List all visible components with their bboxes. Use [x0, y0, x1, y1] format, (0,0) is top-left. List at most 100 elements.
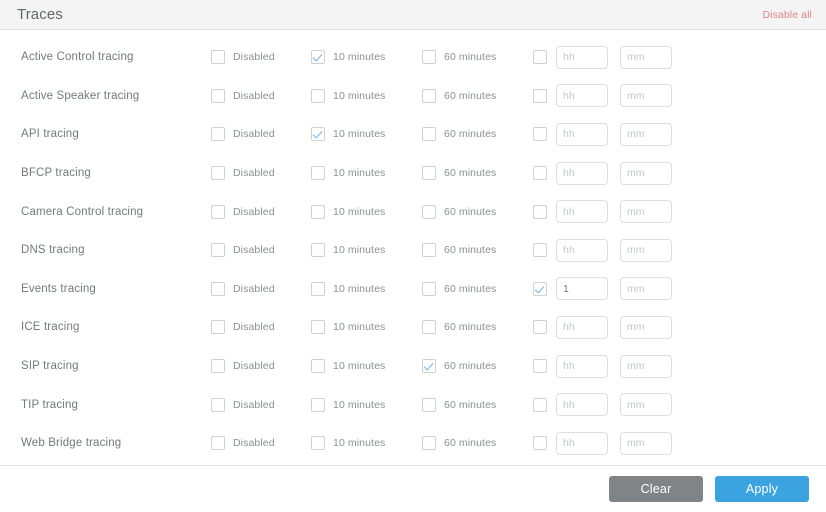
- checkbox-sixty-minutes-checked-icon[interactable]: [422, 359, 436, 374]
- checkbox-sixty-minutes[interactable]: [422, 127, 436, 142]
- option-disabled[interactable]: Disabled: [211, 50, 275, 65]
- option-custom-duration[interactable]: [533, 50, 547, 65]
- option-disabled[interactable]: Disabled: [211, 243, 275, 258]
- option-disabled[interactable]: Disabled: [211, 88, 275, 103]
- checkbox-sixty-minutes[interactable]: [422, 243, 436, 258]
- option-sixty-minutes[interactable]: 60 minutes: [422, 359, 496, 374]
- option-ten-minutes[interactable]: 10 minutes: [311, 397, 385, 412]
- option-sixty-minutes[interactable]: 60 minutes: [422, 127, 496, 142]
- option-ten-minutes[interactable]: 10 minutes: [311, 243, 385, 258]
- checkbox-ten-minutes[interactable]: [311, 166, 325, 181]
- checkbox-disabled[interactable]: [211, 127, 225, 142]
- minutes-input[interactable]: [620, 393, 672, 417]
- hours-input[interactable]: [556, 277, 608, 301]
- option-disabled[interactable]: Disabled: [211, 204, 275, 219]
- hours-input[interactable]: [556, 122, 608, 146]
- checkbox-custom-duration[interactable]: [533, 397, 547, 412]
- option-ten-minutes[interactable]: 10 minutes: [311, 88, 385, 103]
- checkbox-custom-duration[interactable]: [533, 50, 547, 65]
- minutes-input[interactable]: [620, 431, 672, 455]
- hours-input[interactable]: [556, 238, 608, 262]
- checkbox-sixty-minutes[interactable]: [422, 88, 436, 103]
- minutes-input[interactable]: [620, 84, 672, 108]
- option-custom-duration[interactable]: [533, 397, 547, 412]
- option-sixty-minutes[interactable]: 60 minutes: [422, 281, 496, 296]
- option-custom-duration[interactable]: [533, 320, 547, 335]
- minutes-input[interactable]: [620, 45, 672, 69]
- checkbox-ten-minutes[interactable]: [311, 436, 325, 451]
- checkbox-sixty-minutes[interactable]: [422, 166, 436, 181]
- option-sixty-minutes[interactable]: 60 minutes: [422, 88, 496, 103]
- option-ten-minutes[interactable]: 10 minutes: [311, 281, 385, 296]
- checkbox-sixty-minutes[interactable]: [422, 320, 436, 335]
- option-ten-minutes[interactable]: 10 minutes: [311, 359, 385, 374]
- minutes-input[interactable]: [620, 200, 672, 224]
- hours-input[interactable]: [556, 45, 608, 69]
- option-disabled[interactable]: Disabled: [211, 436, 275, 451]
- checkbox-disabled[interactable]: [211, 436, 225, 451]
- checkbox-ten-minutes[interactable]: [311, 320, 325, 335]
- checkbox-ten-minutes-checked-icon[interactable]: [311, 50, 325, 65]
- option-custom-duration[interactable]: [533, 359, 547, 374]
- option-ten-minutes[interactable]: 10 minutes: [311, 320, 385, 335]
- disable-all-link[interactable]: Disable all: [762, 9, 812, 21]
- option-disabled[interactable]: Disabled: [211, 166, 275, 181]
- option-custom-duration[interactable]: [533, 166, 547, 181]
- checkbox-custom-duration[interactable]: [533, 127, 547, 142]
- hours-input[interactable]: [556, 354, 608, 378]
- minutes-input[interactable]: [620, 354, 672, 378]
- hours-input[interactable]: [556, 200, 608, 224]
- option-disabled[interactable]: Disabled: [211, 127, 275, 142]
- option-custom-duration[interactable]: [533, 204, 547, 219]
- checkbox-custom-duration[interactable]: [533, 88, 547, 103]
- checkbox-custom-duration[interactable]: [533, 436, 547, 451]
- checkbox-disabled[interactable]: [211, 50, 225, 65]
- checkbox-disabled[interactable]: [211, 166, 225, 181]
- checkbox-ten-minutes[interactable]: [311, 359, 325, 374]
- option-sixty-minutes[interactable]: 60 minutes: [422, 320, 496, 335]
- option-custom-duration[interactable]: [533, 127, 547, 142]
- option-custom-duration[interactable]: [533, 88, 547, 103]
- minutes-input[interactable]: [620, 238, 672, 262]
- checkbox-disabled[interactable]: [211, 204, 225, 219]
- checkbox-disabled[interactable]: [211, 320, 225, 335]
- hours-input[interactable]: [556, 84, 608, 108]
- option-disabled[interactable]: Disabled: [211, 359, 275, 374]
- checkbox-disabled[interactable]: [211, 88, 225, 103]
- option-sixty-minutes[interactable]: 60 minutes: [422, 397, 496, 412]
- checkbox-disabled[interactable]: [211, 397, 225, 412]
- checkbox-sixty-minutes[interactable]: [422, 397, 436, 412]
- option-custom-duration[interactable]: [533, 281, 547, 296]
- checkbox-ten-minutes[interactable]: [311, 88, 325, 103]
- option-sixty-minutes[interactable]: 60 minutes: [422, 243, 496, 258]
- checkbox-disabled[interactable]: [211, 243, 225, 258]
- checkbox-ten-minutes[interactable]: [311, 204, 325, 219]
- option-custom-duration[interactable]: [533, 436, 547, 451]
- option-ten-minutes[interactable]: 10 minutes: [311, 204, 385, 219]
- hours-input[interactable]: [556, 315, 608, 339]
- option-ten-minutes[interactable]: 10 minutes: [311, 436, 385, 451]
- hours-input[interactable]: [556, 431, 608, 455]
- option-sixty-minutes[interactable]: 60 minutes: [422, 50, 496, 65]
- checkbox-sixty-minutes[interactable]: [422, 50, 436, 65]
- minutes-input[interactable]: [620, 277, 672, 301]
- checkbox-custom-duration[interactable]: [533, 166, 547, 181]
- checkbox-ten-minutes[interactable]: [311, 243, 325, 258]
- checkbox-custom-duration[interactable]: [533, 320, 547, 335]
- checkbox-sixty-minutes[interactable]: [422, 281, 436, 296]
- minutes-input[interactable]: [620, 161, 672, 185]
- option-custom-duration[interactable]: [533, 243, 547, 258]
- option-disabled[interactable]: Disabled: [211, 397, 275, 412]
- checkbox-disabled[interactable]: [211, 281, 225, 296]
- checkbox-ten-minutes-checked-icon[interactable]: [311, 127, 325, 142]
- minutes-input[interactable]: [620, 122, 672, 146]
- minutes-input[interactable]: [620, 315, 672, 339]
- option-disabled[interactable]: Disabled: [211, 281, 275, 296]
- option-ten-minutes[interactable]: 10 minutes: [311, 166, 385, 181]
- option-sixty-minutes[interactable]: 60 minutes: [422, 436, 496, 451]
- checkbox-sixty-minutes[interactable]: [422, 436, 436, 451]
- checkbox-disabled[interactable]: [211, 359, 225, 374]
- checkbox-custom-duration[interactable]: [533, 243, 547, 258]
- option-sixty-minutes[interactable]: 60 minutes: [422, 166, 496, 181]
- checkbox-custom-duration-checked-icon[interactable]: [533, 281, 547, 296]
